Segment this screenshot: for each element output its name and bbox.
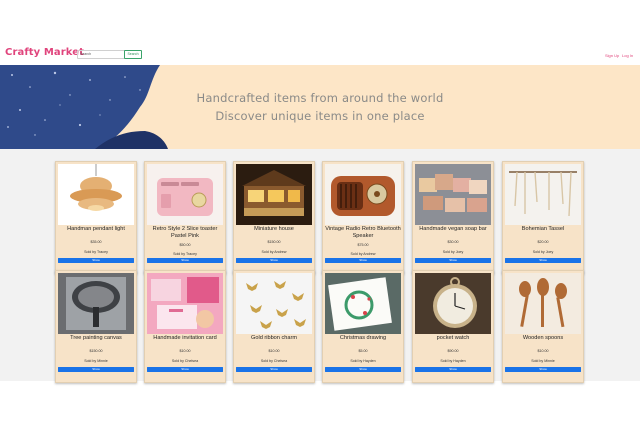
- show-button[interactable]: Show: [236, 367, 312, 372]
- brand-logo[interactable]: Crafty Market: [5, 47, 84, 58]
- product-price: $90.00: [447, 349, 459, 353]
- product-seller: Sold by Minnie: [84, 359, 108, 363]
- product-price: $50.00: [179, 243, 191, 247]
- pendant-light-image: [58, 164, 134, 225]
- tree-painting-image: [58, 273, 134, 334]
- show-button[interactable]: Show: [236, 258, 312, 263]
- product-title: Tree painting canvas: [70, 335, 122, 341]
- product-image[interactable]: [415, 273, 491, 334]
- pocket-watch-image: [415, 273, 491, 334]
- product-seller: Sold by Andrew: [350, 252, 376, 256]
- show-button[interactable]: Show: [505, 258, 581, 263]
- miniature-house-image: [236, 164, 312, 225]
- product-price: $20.00: [537, 240, 549, 244]
- product-card: Handmade invitation card $10.00 Sold by …: [144, 270, 226, 383]
- product-seller: Sold by Minnie: [531, 359, 555, 363]
- show-button[interactable]: Show: [325, 258, 401, 263]
- product-image[interactable]: [325, 164, 401, 225]
- product-seller: Sold by Hayden: [350, 359, 376, 363]
- hero-headline: Handcrafted items from around the world: [196, 91, 444, 105]
- product-card: Christmas drawing $5.00 Sold by Hayden S…: [322, 270, 404, 383]
- signup-link[interactable]: Sign Up: [605, 53, 619, 58]
- product-title: Vintage Radio Retro Bluetooth Speaker: [325, 226, 401, 239]
- invitation-card-image: [147, 273, 223, 334]
- product-image[interactable]: [236, 273, 312, 334]
- product-seller: Sold by Hayden: [440, 359, 466, 363]
- product-title: pocket watch: [436, 335, 470, 341]
- product-card: pocket watch $90.00 Sold by Hayden Show: [412, 270, 494, 383]
- product-price: $10.00: [179, 349, 191, 353]
- product-seller: Sold by Joey: [442, 250, 464, 254]
- show-button[interactable]: Show: [58, 367, 134, 372]
- product-image[interactable]: [147, 164, 223, 225]
- christmas-drawing-image: [325, 273, 401, 334]
- product-title: Wooden spoons: [522, 335, 564, 341]
- product-image[interactable]: [505, 164, 581, 225]
- product-title: Handmade vegan soap bar: [419, 226, 487, 232]
- login-link[interactable]: Log In: [622, 53, 633, 58]
- product-card: Wooden spoons $10.00 Sold by Minnie Show: [502, 270, 584, 383]
- product-card: Tree painting canvas $150.00 Sold by Min…: [55, 270, 137, 383]
- product-card: Miniature house $150.00 Sold by Andrew S…: [233, 161, 315, 274]
- show-button[interactable]: Show: [505, 367, 581, 372]
- show-button[interactable]: Show: [58, 258, 134, 263]
- search-input[interactable]: Search: [77, 50, 125, 59]
- product-grid: Handman pendant light $35.00 Sold by Tra…: [0, 149, 640, 383]
- product-seller: Sold by Joey: [532, 250, 554, 254]
- show-button[interactable]: Show: [325, 367, 401, 372]
- hero-subheadline: Discover unique items in one place: [215, 109, 425, 123]
- show-button[interactable]: Show: [147, 258, 223, 263]
- product-price: $10.00: [268, 349, 280, 353]
- product-price: $35.00: [90, 240, 102, 244]
- product-image[interactable]: [236, 164, 312, 225]
- product-image[interactable]: [325, 273, 401, 334]
- hero-splatter-art: [0, 65, 168, 149]
- gold-ribbon-image: [236, 273, 312, 334]
- product-card: Bohemian Tassel $20.00 Sold by Joey Show: [502, 161, 584, 274]
- product-card: Handman pendant light $35.00 Sold by Tra…: [55, 161, 137, 274]
- product-image[interactable]: [58, 273, 134, 334]
- product-price: $30.00: [447, 240, 459, 244]
- product-image[interactable]: [58, 164, 134, 225]
- soap-bar-image: [415, 164, 491, 225]
- product-image[interactable]: [505, 273, 581, 334]
- hero-banner: Handcrafted items from around the world …: [0, 65, 640, 149]
- product-card: Retro Style 2 Slice toaster Pastel Pink …: [144, 161, 226, 274]
- wooden-spoons-image: [505, 273, 581, 334]
- product-title: Handmade invitation card: [153, 335, 217, 341]
- product-title: Bohemian Tassel: [521, 226, 565, 232]
- product-seller: Sold by Andrew: [261, 250, 287, 254]
- product-image[interactable]: [147, 273, 223, 334]
- navbar: Crafty Market Search Search Sign Up Log …: [0, 44, 640, 64]
- product-card: Vintage Radio Retro Bluetooth Speaker $7…: [322, 161, 404, 274]
- product-seller: Sold by Chelsea: [171, 359, 199, 363]
- product-title: Miniature house: [254, 226, 294, 232]
- product-image[interactable]: [415, 164, 491, 225]
- product-card: Handmade vegan soap bar $30.00 Sold by J…: [412, 161, 494, 274]
- product-title: Gold ribbon charm: [250, 335, 297, 341]
- show-button[interactable]: Show: [147, 367, 223, 372]
- product-title: Retro Style 2 Slice toaster Pastel Pink: [152, 226, 218, 239]
- product-price: $150.00: [267, 240, 281, 244]
- product-title: Handman pendant light: [67, 226, 125, 232]
- product-price: $75.00: [357, 243, 369, 247]
- search-button[interactable]: Search: [124, 50, 142, 59]
- product-seller: Sold by Chelsea: [260, 359, 288, 363]
- radio-speaker-image: [325, 164, 401, 225]
- product-card: Gold ribbon charm $10.00 Sold by Chelsea…: [233, 270, 315, 383]
- product-price: $10.00: [537, 349, 549, 353]
- show-button[interactable]: Show: [415, 258, 491, 263]
- product-price: $5.00: [358, 349, 368, 353]
- product-seller: Sold by Tracey: [173, 252, 197, 256]
- product-price: $150.00: [89, 349, 103, 353]
- show-button[interactable]: Show: [415, 367, 491, 372]
- bohemian-tassel-image: [505, 164, 581, 225]
- toaster-image: [147, 164, 223, 225]
- product-seller: Sold by Tracey: [84, 250, 108, 254]
- product-title: Christmas drawing: [339, 335, 387, 341]
